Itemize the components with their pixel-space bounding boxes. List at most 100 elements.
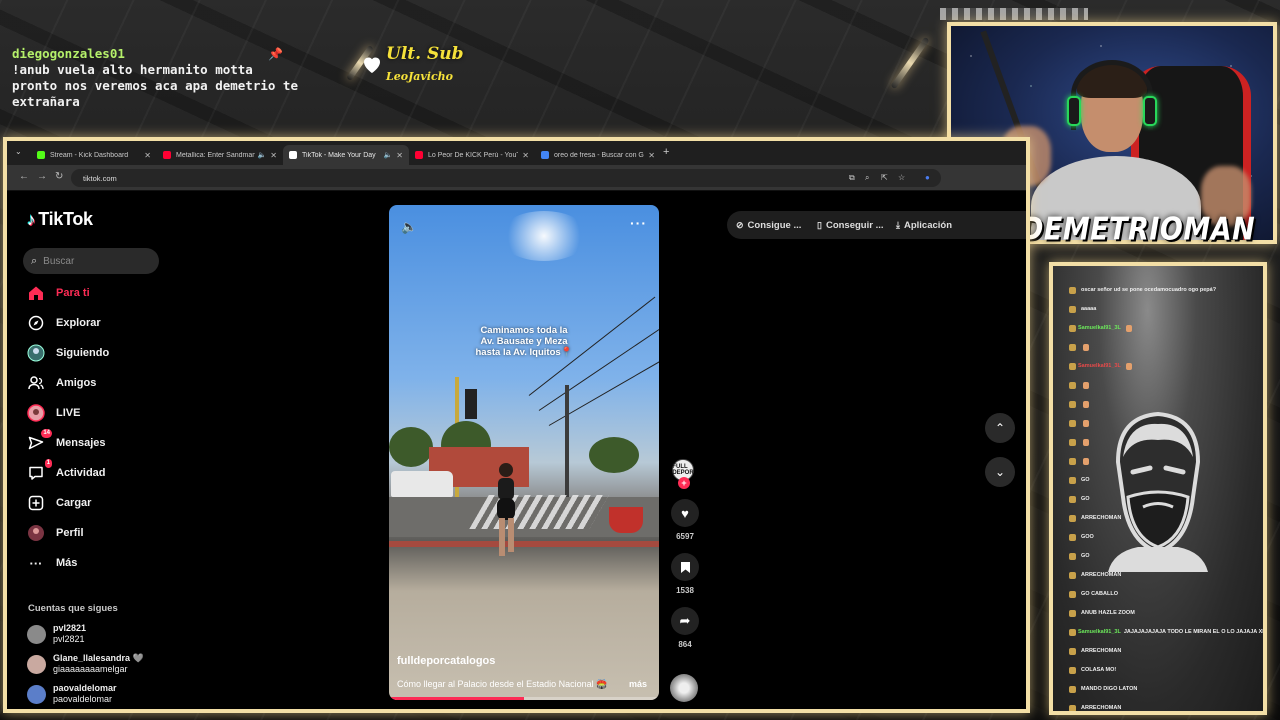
chat-line: SamueIkal91_3L — [1069, 360, 1132, 372]
chat-username: SamueIkal91_3L — [1078, 363, 1121, 369]
reload-icon[interactable]: ↻ — [55, 171, 63, 182]
like-button[interactable]: ♥ 6597 — [670, 499, 700, 541]
url-text: tiktok.com — [83, 174, 117, 183]
close-tab-icon[interactable]: ✕ — [648, 151, 655, 160]
chat-badge-icon — [1069, 324, 1076, 332]
volume-icon[interactable]: 🔈 — [401, 219, 417, 235]
video-player[interactable]: 🔈 ··· Caminamos toda la Av. Bausate y Me… — [389, 205, 659, 700]
tab-google-search[interactable]: oreo de fresa - Buscar con Google ✕ — [535, 145, 661, 165]
nav-actividad[interactable]: 1 Actividad — [27, 459, 106, 485]
upload-icon — [27, 494, 45, 512]
followed-account[interactable]: Glane_llalesandra 🩶 giaaaaaaaamelgar — [27, 651, 144, 677]
activity-badge: 1 — [44, 459, 52, 468]
tab-kick-dashboard[interactable]: Stream - Kick Dashboard ✕ — [31, 145, 157, 165]
chat-line: COLASA MO! — [1069, 664, 1116, 676]
share-icon[interactable]: ⇱ — [881, 173, 888, 182]
nav-para-ti[interactable]: Para ti — [27, 281, 90, 305]
stream-chat-box: oscar señor ud se pone ocedamocuadro ogo… — [1049, 262, 1267, 715]
nav-cargar[interactable]: Cargar — [27, 491, 91, 515]
share-button[interactable]: ➦ 864 — [670, 607, 700, 649]
chat-badge-icon — [1069, 552, 1076, 560]
forward-icon[interactable]: → — [37, 171, 47, 182]
chat-text: COLASA MO! — [1081, 667, 1117, 673]
tiktok-note-icon: ♪ — [27, 209, 36, 229]
chat-emote-icon — [1125, 324, 1132, 332]
save-button[interactable]: 1538 — [670, 553, 700, 595]
nav-perfil[interactable]: Perfil — [27, 521, 84, 545]
chat-username: SamueIkal91_3L — [1078, 629, 1121, 635]
more-options-icon[interactable]: ··· — [630, 215, 647, 231]
music-disc-icon[interactable] — [670, 674, 698, 702]
bearded-man-logo — [1108, 411, 1208, 572]
address-bar: ← → ↻ tiktok.com ⧉ ⌕ ⇱ ☆ ● — [7, 165, 1026, 191]
url-field[interactable]: tiktok.com — [71, 169, 941, 187]
chat-badge-icon — [1069, 590, 1076, 598]
followed-account[interactable]: pvl2821 pvl2821 — [27, 621, 86, 647]
get-app-button[interactable]: ▯ Conseguir ... — [808, 211, 893, 239]
nav-amigos[interactable]: Amigos — [27, 371, 96, 395]
tab-tiktok[interactable]: TikTok - Make Your Day 🔈 ✕ — [283, 145, 409, 165]
close-tab-icon[interactable]: ✕ — [270, 151, 277, 160]
nav-siguiendo[interactable]: Siguiendo — [27, 341, 109, 365]
speaker-icon[interactable]: 🔈 — [384, 151, 393, 159]
share-arrow-icon: ➦ — [671, 607, 699, 635]
more-icon: ··· — [29, 555, 43, 571]
chevron-up-icon: ⌃ — [994, 421, 1006, 435]
video-progress-bar[interactable] — [389, 697, 659, 700]
follow-plus-icon[interactable]: + — [678, 477, 690, 489]
walking-person — [497, 463, 515, 556]
friends-icon — [27, 374, 45, 392]
tab-search-icon[interactable]: ⌄ — [15, 147, 22, 156]
translate-icon[interactable]: ⧉ — [849, 173, 855, 183]
chat-line: GO — [1069, 493, 1090, 505]
video-author[interactable]: fulldeporcatalogos — [397, 655, 495, 667]
chat-line: SamueIkal91_3L JAJAJAJAJAJA TODO LE MIRAN… — [1069, 626, 1263, 638]
bookmark-icon — [671, 553, 699, 581]
nav-mensajes[interactable]: 14 Mensajes — [27, 429, 106, 455]
chat-line — [1069, 436, 1089, 448]
back-icon[interactable]: ← — [19, 171, 29, 182]
chat-emote-icon — [1083, 381, 1089, 389]
heart-icon — [364, 57, 380, 73]
chat-badge-icon — [1069, 419, 1076, 427]
nav-mas[interactable]: ··· Más — [27, 551, 78, 575]
chat-text: ARRECHOMAN — [1081, 648, 1122, 654]
film-strip-decoration — [940, 8, 1088, 20]
chat-badge-icon — [1069, 514, 1076, 522]
google-favicon-icon — [541, 151, 549, 159]
search-input[interactable]: ⌕ Buscar — [23, 248, 159, 274]
compass-icon — [27, 314, 45, 332]
speaker-icon[interactable]: 🔈 — [258, 151, 267, 159]
chat-line: aaaaa — [1069, 303, 1096, 315]
avatar — [27, 684, 46, 704]
chat-emote-icon — [1083, 419, 1089, 427]
last-sub-widget: Ult. Sub LeoJavicho — [360, 44, 470, 88]
home-icon — [27, 284, 45, 302]
coin-icon: ⊘ — [736, 219, 744, 230]
chat-line: ARRECHOMAN — [1069, 512, 1121, 524]
chat-line: MANDO DIGO LATON — [1069, 683, 1137, 695]
tab-youtube-kick-peru[interactable]: Lo Peor De KICK Perú - YouTube ✕ — [409, 145, 535, 165]
profile-icon[interactable]: ● — [925, 173, 930, 182]
chat-text: ARRECHOMAN — [1081, 705, 1122, 711]
close-tab-icon[interactable]: ✕ — [396, 151, 403, 160]
tiktok-logo[interactable]: ♪ TikTok — [27, 209, 93, 230]
nav-live[interactable]: LIVE — [27, 401, 80, 425]
close-tab-icon[interactable]: ✕ — [522, 151, 529, 160]
nav-explorar[interactable]: Explorar — [27, 311, 101, 335]
followed-account[interactable]: paovaldelomar paovaldelomar — [27, 681, 117, 707]
close-tab-icon[interactable]: ✕ — [144, 151, 151, 160]
get-coins-button[interactable]: ⊘ Consigue ... — [727, 211, 811, 239]
live-icon — [27, 404, 45, 422]
next-video-button[interactable]: ⌄ — [985, 457, 1015, 487]
chat-text: GO CABALLO — [1081, 591, 1118, 597]
more-description-link[interactable]: más — [629, 679, 647, 689]
bookmark-star-icon[interactable]: ☆ — [898, 173, 905, 182]
zoom-icon[interactable]: ⌕ — [865, 173, 869, 183]
download-app-button[interactable]: ⤓ Aplicación — [887, 211, 1026, 239]
new-tab-icon[interactable]: + — [663, 146, 669, 158]
tab-metallica[interactable]: Metallica: Enter Sandman (Offi... 🔈 ✕ — [157, 145, 283, 165]
previous-video-button[interactable]: ⌃ — [985, 413, 1015, 443]
chat-badge-icon — [1069, 305, 1076, 313]
chat-text: GO — [1081, 496, 1090, 502]
